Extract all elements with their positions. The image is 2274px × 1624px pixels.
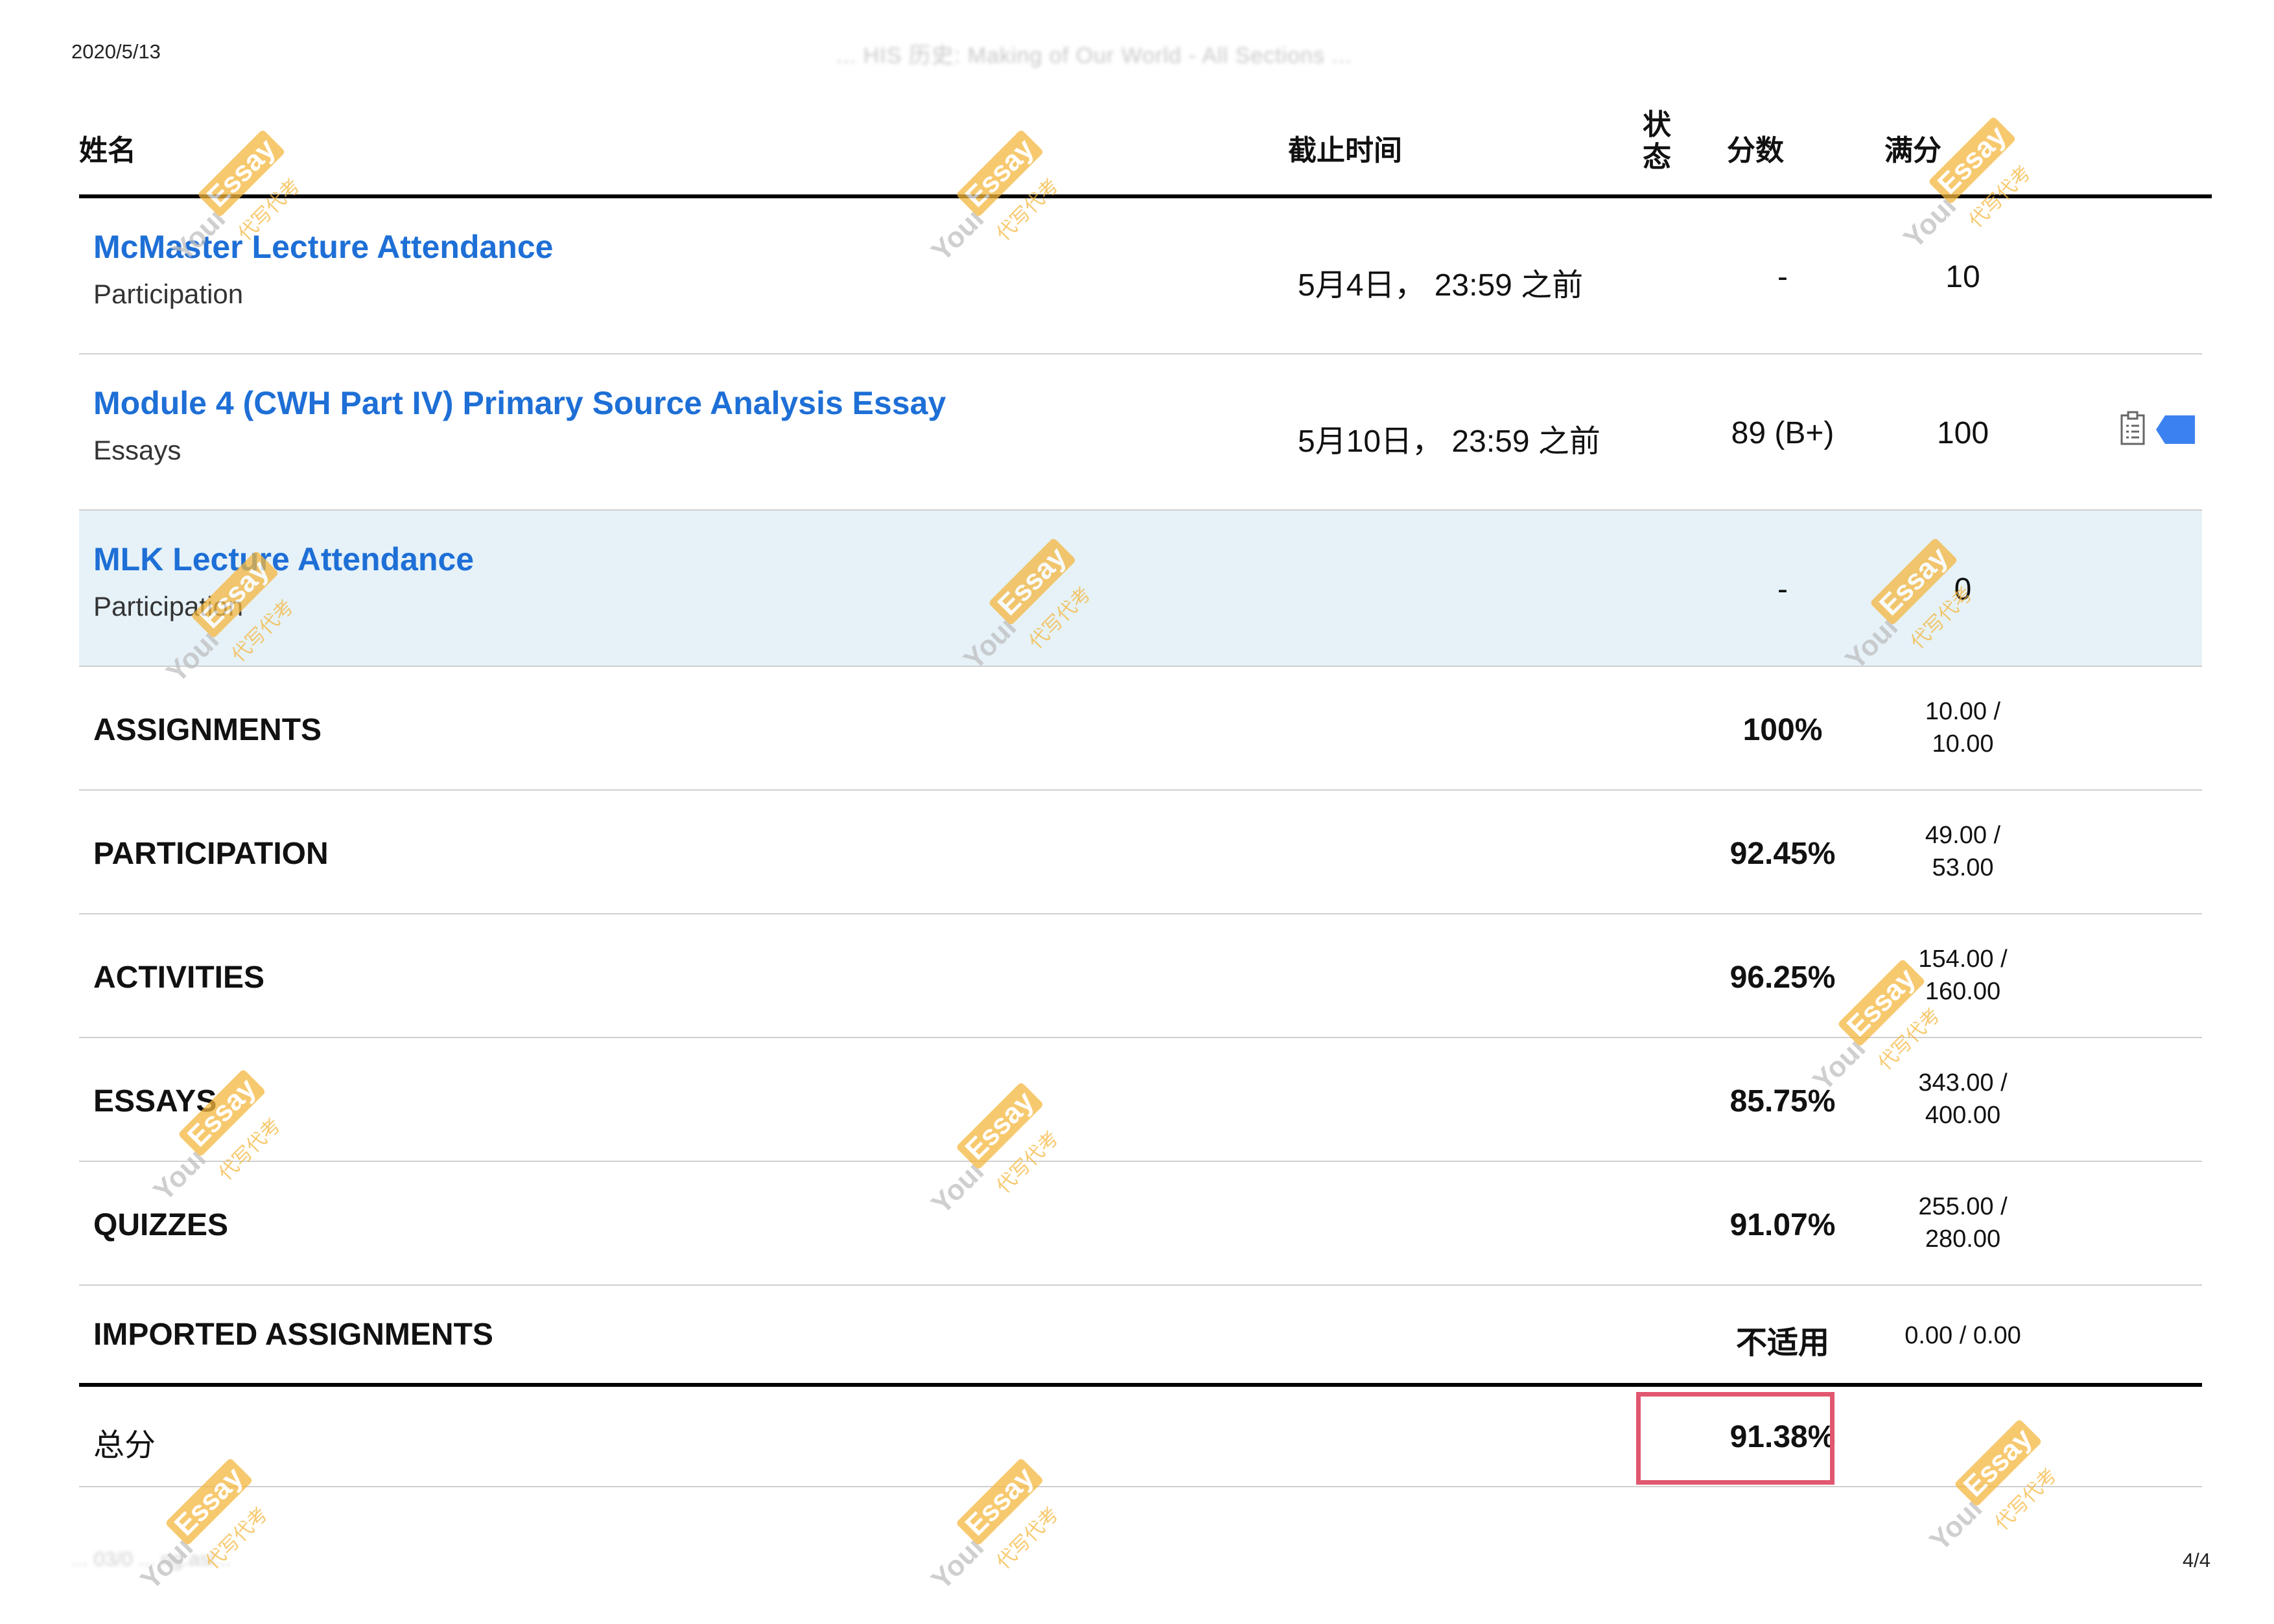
assignment-due: 5月10日， 23:59 之前 [1298, 424, 1600, 459]
group-row: ESSAYS 85.75% 343.00 / 400.00 [79, 1038, 2202, 1162]
grades-table: 姓名 截止时间 状态 分数 满分 McMaster Lecture Attend… [79, 104, 2212, 1487]
column-header-status[interactable]: 状态 [1637, 109, 1676, 174]
assignment-link[interactable]: McMaster Lecture Attendance [93, 228, 553, 266]
assignment-score: - [1777, 572, 1788, 607]
rubric-icon[interactable] [2120, 410, 2146, 447]
assignment-link[interactable]: Module 4 (CWH Part IV) Primary Source An… [93, 384, 946, 422]
column-header-max[interactable]: 满分 [1884, 127, 1941, 168]
assignment-due: 5月4日， 23:59 之前 [1298, 268, 1584, 303]
assignment-max: 10 [1945, 260, 1980, 294]
group-name: PARTICIPATION [93, 837, 329, 871]
group-percent: 92.45% [1729, 837, 1836, 871]
group-fraction: 0.00 / 0.00 [1905, 1322, 2021, 1349]
print-url: ... 03/0 ... ng.asl... [71, 1548, 231, 1570]
total-highlight-box [1636, 1392, 1834, 1485]
group-percent: 不适用 [1735, 1326, 1829, 1360]
group-name: IMPORTED ASSIGNMENTS [93, 1317, 493, 1352]
assignment-max: 0 [1954, 572, 1972, 607]
group-row: ASSIGNMENTS 100% 10.00 / 10.00 [79, 667, 2202, 791]
assignment-row: McMaster Lecture Attendance Participatio… [79, 198, 2202, 354]
group-name: ESSAYS [93, 1084, 217, 1119]
group-percent: 85.75% [1729, 1084, 1836, 1119]
column-header-name[interactable]: 姓名 [79, 127, 136, 168]
assignment-row: Module 4 (CWH Part IV) Primary Source An… [79, 354, 2202, 511]
column-header-due[interactable]: 截止时间 [1288, 127, 1402, 168]
print-date: 2020/5/13 [71, 40, 161, 63]
group-percent: 96.25% [1729, 960, 1836, 995]
total-row: 总分 91.38% [79, 1387, 2202, 1487]
comment-flag-icon[interactable] [2156, 414, 2195, 445]
assignment-max: 100 [1936, 416, 1989, 450]
total-label: 总分 [93, 1428, 156, 1463]
group-fraction: 255.00 / 280.00 [1918, 1193, 2008, 1253]
print-title: ... HIS 历史: Making of Our World - All Se… [836, 43, 1352, 68]
table-header: 姓名 截止时间 状态 分数 满分 [79, 104, 2212, 198]
assignment-row-highlighted: MLK Lecture Attendance Participation - 0 [79, 511, 2202, 667]
group-fraction: 49.00 / 53.00 [1925, 822, 2001, 881]
column-header-score[interactable]: 分数 [1727, 127, 1784, 168]
group-row: IMPORTED ASSIGNMENTS 不适用 0.00 / 0.00 [79, 1286, 2202, 1387]
group-fraction: 10.00 / 10.00 [1925, 698, 2001, 758]
assignment-category: Participation [93, 279, 244, 309]
assignment-category: Essays [93, 435, 182, 465]
assignment-category: Participation [93, 591, 244, 621]
group-row: PARTICIPATION 92.45% 49.00 / 53.00 [79, 791, 2202, 914]
group-fraction: 154.00 / 160.00 [1918, 945, 2008, 1005]
assignment-score: 89 (B+) [1731, 416, 1834, 450]
assignment-link[interactable]: MLK Lecture Attendance [93, 540, 474, 578]
assignment-score: - [1777, 260, 1788, 294]
group-fraction: 343.00 / 400.00 [1918, 1069, 2008, 1129]
group-percent: 91.07% [1729, 1208, 1836, 1242]
group-percent: 100% [1742, 713, 1823, 747]
page-number: 4/4 [2182, 1549, 2210, 1572]
group-name: ASSIGNMENTS [93, 713, 322, 747]
group-name: QUIZZES [93, 1208, 229, 1242]
group-row: QUIZZES 91.07% 255.00 / 280.00 [79, 1162, 2202, 1286]
group-name: ACTIVITIES [93, 960, 265, 995]
group-row: ACTIVITIES 96.25% 154.00 / 160.00 [79, 914, 2202, 1038]
